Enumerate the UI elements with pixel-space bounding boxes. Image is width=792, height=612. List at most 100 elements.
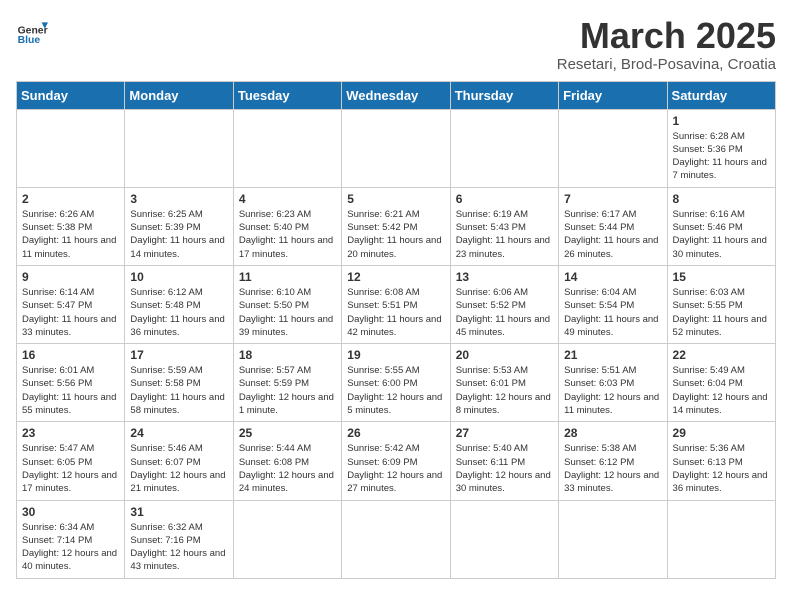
calendar-cell (559, 109, 667, 187)
calendar-cell: 23 Sunrise: 5:47 AM Sunset: 6:05 PM Dayli… (17, 422, 125, 500)
calendar-cell: 24Sunrise: 5:46 AM Sunset: 6:07 PM Dayli… (125, 422, 233, 500)
weekday-header-thursday: Thursday (450, 81, 558, 109)
calendar-subtitle: Resetari, Brod-Posavina, Croatia (557, 56, 776, 73)
day-info: Sunrise: 6:14 AM Sunset: 5:47 PM Dayligh… (22, 286, 119, 339)
day-number: 27 (456, 426, 553, 440)
calendar-cell (125, 109, 233, 187)
day-number: 10 (130, 270, 227, 284)
day-number: 26 (347, 426, 444, 440)
day-number: 21 (564, 348, 661, 362)
calendar-week-row: 9 Sunrise: 6:14 AM Sunset: 5:47 PM Daylig… (17, 265, 776, 343)
calendar-cell: 18 Sunrise: 5:57 AM Sunset: 5:59 PM Dayli… (233, 344, 341, 422)
day-info: Sunrise: 6:06 AM Sunset: 5:52 PM Dayligh… (456, 286, 553, 339)
day-info: Sunrise: 5:42 AM Sunset: 6:09 PM Dayligh… (347, 442, 444, 495)
day-info: Sunrise: 5:36 AM Sunset: 6:13 PM Dayligh… (673, 442, 770, 495)
calendar-cell (559, 500, 667, 578)
day-number: 7 (564, 192, 661, 206)
day-number: 16 (22, 348, 119, 362)
day-info: Sunrise: 5:55 AM Sunset: 6:00 PM Dayligh… (347, 364, 444, 417)
day-info: Sunrise: 6:25 AM Sunset: 5:39 PM Dayligh… (130, 208, 227, 261)
day-number: 24 (130, 426, 227, 440)
day-number: 11 (239, 270, 336, 284)
day-info: Sunrise: 6:16 AM Sunset: 5:46 PM Dayligh… (673, 208, 770, 261)
calendar-cell (17, 109, 125, 187)
calendar-cell: 22 Sunrise: 5:49 AM Sunset: 6:04 PM Dayli… (667, 344, 775, 422)
calendar-cell: 5 Sunrise: 6:21 AM Sunset: 5:42 PM Daylig… (342, 187, 450, 265)
weekday-header-friday: Friday (559, 81, 667, 109)
day-number: 28 (564, 426, 661, 440)
calendar-cell: 12 Sunrise: 6:08 AM Sunset: 5:51 PM Dayli… (342, 265, 450, 343)
calendar-cell: 14Sunrise: 6:04 AM Sunset: 5:54 PM Dayli… (559, 265, 667, 343)
day-number: 9 (22, 270, 119, 284)
calendar-cell: 27Sunrise: 5:40 AM Sunset: 6:11 PM Dayli… (450, 422, 558, 500)
day-number: 6 (456, 192, 553, 206)
calendar-cell (450, 500, 558, 578)
day-info: Sunrise: 6:34 AM Sunset: 7:14 PM Dayligh… (22, 521, 119, 574)
calendar-cell: 29Sunrise: 5:36 AM Sunset: 6:13 PM Dayli… (667, 422, 775, 500)
day-info: Sunrise: 5:51 AM Sunset: 6:03 PM Dayligh… (564, 364, 661, 417)
day-info: Sunrise: 6:08 AM Sunset: 5:51 PM Dayligh… (347, 286, 444, 339)
logo: General Blue (16, 16, 48, 48)
calendar-cell: 28 Sunrise: 5:38 AM Sunset: 6:12 PM Dayli… (559, 422, 667, 500)
calendar-title: March 2025 (557, 16, 776, 56)
day-info: Sunrise: 6:17 AM Sunset: 5:44 PM Dayligh… (564, 208, 661, 261)
calendar-cell (667, 500, 775, 578)
calendar-cell: 1 Sunrise: 6:28 AM Sunset: 5:36 PM Daylig… (667, 109, 775, 187)
day-info: Sunrise: 5:44 AM Sunset: 6:08 PM Dayligh… (239, 442, 336, 495)
calendar-week-row: 23 Sunrise: 5:47 AM Sunset: 6:05 PM Dayli… (17, 422, 776, 500)
calendar-cell: 15Sunrise: 6:03 AM Sunset: 5:55 PM Dayli… (667, 265, 775, 343)
day-info: Sunrise: 5:59 AM Sunset: 5:58 PM Dayligh… (130, 364, 227, 417)
weekday-header-sunday: Sunday (17, 81, 125, 109)
day-number: 5 (347, 192, 444, 206)
day-info: Sunrise: 5:47 AM Sunset: 6:05 PM Dayligh… (22, 442, 119, 495)
day-number: 31 (130, 505, 227, 519)
day-info: Sunrise: 6:28 AM Sunset: 5:36 PM Dayligh… (673, 130, 770, 183)
day-number: 20 (456, 348, 553, 362)
calendar-cell (342, 109, 450, 187)
day-info: Sunrise: 6:21 AM Sunset: 5:42 PM Dayligh… (347, 208, 444, 261)
calendar-cell: 13 Sunrise: 6:06 AM Sunset: 5:52 PM Dayli… (450, 265, 558, 343)
day-info: Sunrise: 6:26 AM Sunset: 5:38 PM Dayligh… (22, 208, 119, 261)
calendar-cell: 25Sunrise: 5:44 AM Sunset: 6:08 PM Dayli… (233, 422, 341, 500)
calendar-cell: 7 Sunrise: 6:17 AM Sunset: 5:44 PM Daylig… (559, 187, 667, 265)
day-number: 19 (347, 348, 444, 362)
day-number: 17 (130, 348, 227, 362)
calendar-cell: 2Sunrise: 6:26 AM Sunset: 5:38 PM Daylig… (17, 187, 125, 265)
day-number: 18 (239, 348, 336, 362)
calendar-cell: 21 Sunrise: 5:51 AM Sunset: 6:03 PM Dayli… (559, 344, 667, 422)
day-info: Sunrise: 6:19 AM Sunset: 5:43 PM Dayligh… (456, 208, 553, 261)
calendar-cell (233, 109, 341, 187)
calendar-cell: 6 Sunrise: 6:19 AM Sunset: 5:43 PM Daylig… (450, 187, 558, 265)
day-info: Sunrise: 5:57 AM Sunset: 5:59 PM Dayligh… (239, 364, 336, 417)
svg-text:Blue: Blue (18, 35, 41, 46)
day-info: Sunrise: 5:38 AM Sunset: 6:12 PM Dayligh… (564, 442, 661, 495)
day-number: 22 (673, 348, 770, 362)
day-number: 12 (347, 270, 444, 284)
calendar-cell (342, 500, 450, 578)
calendar-cell: 11Sunrise: 6:10 AM Sunset: 5:50 PM Dayli… (233, 265, 341, 343)
day-number: 4 (239, 192, 336, 206)
title-block: March 2025 Resetari, Brod-Posavina, Croa… (557, 16, 776, 73)
calendar-cell: 8 Sunrise: 6:16 AM Sunset: 5:46 PM Daylig… (667, 187, 775, 265)
calendar-cell: 17 Sunrise: 5:59 AM Sunset: 5:58 PM Dayli… (125, 344, 233, 422)
day-info: Sunrise: 6:12 AM Sunset: 5:48 PM Dayligh… (130, 286, 227, 339)
calendar-cell: 9 Sunrise: 6:14 AM Sunset: 5:47 PM Daylig… (17, 265, 125, 343)
calendar-cell: 31Sunrise: 6:32 AM Sunset: 7:16 PM Dayli… (125, 500, 233, 578)
calendar-week-row: 30Sunrise: 6:34 AM Sunset: 7:14 PM Dayli… (17, 500, 776, 578)
day-number: 8 (673, 192, 770, 206)
day-number: 13 (456, 270, 553, 284)
day-number: 1 (673, 114, 770, 128)
calendar-table: SundayMondayTuesdayWednesdayThursdayFrid… (16, 81, 776, 579)
calendar-cell (450, 109, 558, 187)
calendar-cell: 19 Sunrise: 5:55 AM Sunset: 6:00 PM Dayli… (342, 344, 450, 422)
weekday-header-monday: Monday (125, 81, 233, 109)
day-number: 23 (22, 426, 119, 440)
weekday-header-wednesday: Wednesday (342, 81, 450, 109)
day-number: 14 (564, 270, 661, 284)
calendar-cell: 26 Sunrise: 5:42 AM Sunset: 6:09 PM Dayli… (342, 422, 450, 500)
day-number: 15 (673, 270, 770, 284)
day-info: Sunrise: 5:49 AM Sunset: 6:04 PM Dayligh… (673, 364, 770, 417)
calendar-cell: 10 Sunrise: 6:12 AM Sunset: 5:48 PM Dayli… (125, 265, 233, 343)
day-info: Sunrise: 5:53 AM Sunset: 6:01 PM Dayligh… (456, 364, 553, 417)
calendar-week-row: 16Sunrise: 6:01 AM Sunset: 5:56 PM Dayli… (17, 344, 776, 422)
